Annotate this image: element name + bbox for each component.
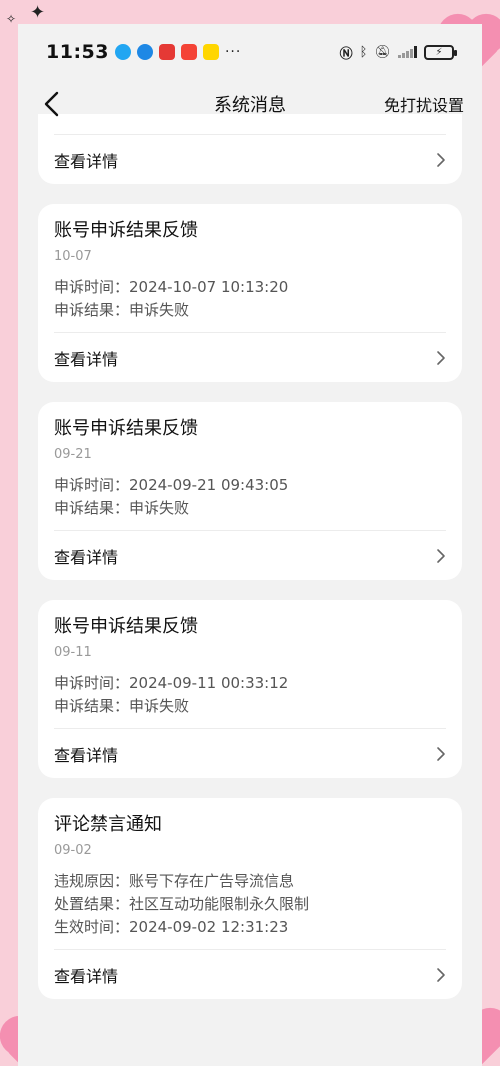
signal-icon <box>398 46 417 58</box>
notification-app-icon <box>202 44 219 60</box>
do-not-disturb-settings-button[interactable]: 免打扰设置 <box>384 92 464 116</box>
message-line: 申诉结果：申诉失败 <box>54 697 190 715</box>
message-line: 申诉结果：申诉失败 <box>54 499 190 517</box>
view-details-label: 查看详情 <box>54 547 119 567</box>
chevron-right-icon <box>436 967 446 983</box>
message-line: 生效时间：2024-09-02 12:31:23 <box>54 918 289 936</box>
battery-charging-icon: ⚡ <box>424 44 457 60</box>
decorative-sparkle-icon: ✦ <box>30 2 46 23</box>
view-details-row[interactable]: 查看详情 <box>54 332 446 382</box>
notification-app-icon <box>114 44 131 60</box>
status-right: Ⓝ ᛒ 🔕︎ ⚡ <box>339 43 457 62</box>
view-details-label: 查看详情 <box>54 151 119 171</box>
chevron-right-icon <box>436 152 446 168</box>
message-card: 评论禁言通知 09-02 违规原因：账号下存在广告导流信息 处置结果：社区互动功… <box>38 798 462 999</box>
message-line: 处置结果：社区互动功能限制永久限制 <box>54 895 310 913</box>
nav-bar: 系统消息 免打扰设置 <box>18 80 482 128</box>
notification-app-icon <box>158 44 175 60</box>
status-left: 11:53 ··· <box>46 41 241 63</box>
message-title: 账号申诉结果反馈 <box>54 418 198 439</box>
view-details-row[interactable]: 查看详情 <box>54 134 446 184</box>
notification-app-icon <box>136 44 153 60</box>
message-date: 09-02 <box>54 843 92 858</box>
message-title: 账号申诉结果反馈 <box>54 220 198 241</box>
message-card: 账号申诉结果反馈 09-11 申诉时间：2024-09-11 00:33:12 … <box>38 600 462 778</box>
message-body: 申诉时间：2024-09-21 09:43:05 申诉结果：申诉失败 <box>54 474 446 520</box>
message-list: 查看详情 账号申诉结果反馈 10-07 申诉时间：2024-10-07 10:1… <box>18 114 482 999</box>
message-line: 申诉时间：2024-10-07 10:13:20 <box>54 278 289 296</box>
view-details-row[interactable]: 查看详情 <box>54 530 446 580</box>
view-details-row[interactable]: 查看详情 <box>54 949 446 999</box>
view-details-label: 查看详情 <box>54 349 119 369</box>
message-title: 账号申诉结果反馈 <box>54 616 198 637</box>
bluetooth-icon: ᛒ <box>359 44 368 60</box>
chevron-right-icon <box>436 548 446 564</box>
status-bar: 11:53 ··· Ⓝ ᛒ 🔕︎ ⚡ <box>18 24 482 80</box>
view-details-label: 查看详情 <box>54 966 119 986</box>
notification-app-icon <box>180 44 197 60</box>
message-title: 评论禁言通知 <box>54 814 162 835</box>
message-date: 09-11 <box>54 645 92 660</box>
message-card: 账号申诉结果反馈 09-21 申诉时间：2024-09-21 09:43:05 … <box>38 402 462 580</box>
message-line: 申诉结果：申诉失败 <box>54 301 190 319</box>
mute-icon: 🔕︎ <box>374 44 391 60</box>
message-card: 账号申诉结果反馈 10-07 申诉时间：2024-10-07 10:13:20 … <box>38 204 462 382</box>
status-time: 11:53 <box>46 41 109 63</box>
phone-screen: 11:53 ··· Ⓝ ᛒ 🔕︎ ⚡ 系统消息 免打扰设置 查看详情 账号申诉结… <box>18 24 482 1066</box>
message-body: 申诉时间：2024-09-11 00:33:12 申诉结果：申诉失败 <box>54 672 446 718</box>
chevron-right-icon <box>436 350 446 366</box>
chevron-right-icon <box>436 746 446 762</box>
message-line: 申诉时间：2024-09-11 00:33:12 <box>54 674 289 692</box>
message-date: 09-21 <box>54 447 92 462</box>
message-date: 10-07 <box>54 249 92 264</box>
view-details-row[interactable]: 查看详情 <box>54 728 446 778</box>
message-line: 违规原因：账号下存在广告导流信息 <box>54 872 295 890</box>
message-body: 申诉时间：2024-10-07 10:13:20 申诉结果：申诉失败 <box>54 276 446 322</box>
decorative-sparkle-icon: ✧ <box>6 12 17 26</box>
nfc-icon: Ⓝ <box>339 46 353 62</box>
more-notifications-icon: ··· <box>224 44 242 60</box>
message-line: 申诉时间：2024-09-21 09:43:05 <box>54 476 289 494</box>
view-details-label: 查看详情 <box>54 745 119 765</box>
message-body: 违规原因：账号下存在广告导流信息 处置结果：社区互动功能限制永久限制 生效时间：… <box>54 870 446 939</box>
